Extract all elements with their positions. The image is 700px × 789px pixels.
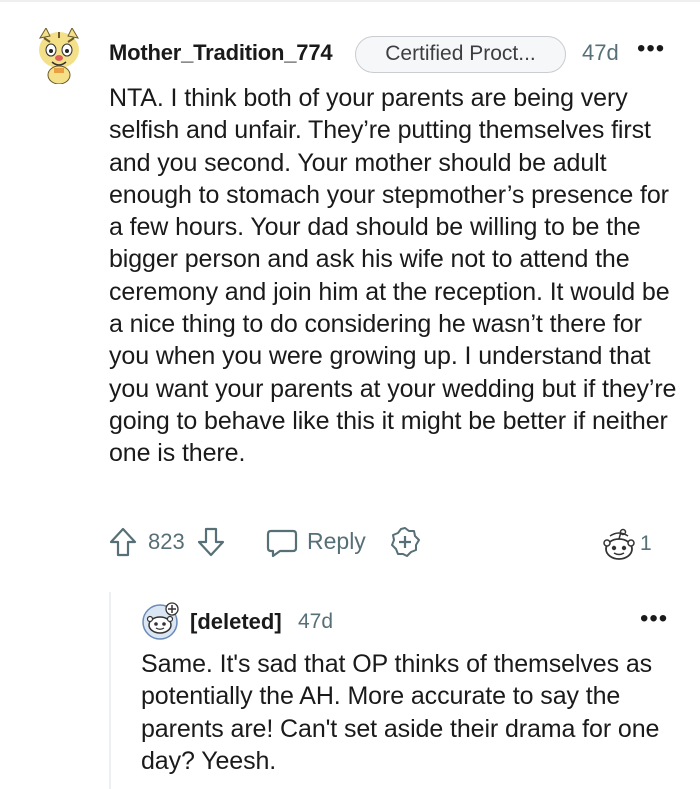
award-count: 1 bbox=[640, 532, 652, 555]
deleted-user-avatar bbox=[141, 602, 181, 640]
upvote-arrow-icon[interactable] bbox=[108, 526, 138, 558]
reply-body: Same. It's sad that OP thinks of themsel… bbox=[141, 650, 660, 775]
comment-body: NTA. I think both of your parents are be… bbox=[109, 84, 677, 468]
vote-score: 823 bbox=[148, 529, 185, 554]
top-divider bbox=[0, 0, 700, 2]
username[interactable]: Mother_Tradition_774 bbox=[109, 40, 333, 66]
more-options-icon[interactable]: ••• bbox=[637, 35, 665, 63]
deleted-username: [deleted] bbox=[190, 609, 282, 634]
user-flair-badge: Certified Proct... bbox=[355, 36, 566, 73]
reply-timestamp: 47d bbox=[298, 610, 334, 633]
snoo-avatar-icon bbox=[142, 602, 179, 640]
reply-bubble-icon[interactable] bbox=[266, 528, 298, 558]
award-plus-icon[interactable] bbox=[389, 526, 421, 558]
comment-timestamp: 47d bbox=[582, 40, 619, 65]
tiger-avatar-icon bbox=[38, 26, 80, 85]
thread-line[interactable] bbox=[109, 592, 111, 789]
downvote-arrow-icon[interactable] bbox=[196, 526, 226, 558]
user-avatar[interactable] bbox=[34, 26, 84, 85]
snoo-award-icon bbox=[602, 528, 636, 562]
reply-button[interactable]: Reply bbox=[307, 528, 366, 555]
reply-more-options-icon[interactable]: ••• bbox=[640, 605, 668, 633]
comment-action-bar: 823 Reply 1 bbox=[0, 520, 700, 564]
